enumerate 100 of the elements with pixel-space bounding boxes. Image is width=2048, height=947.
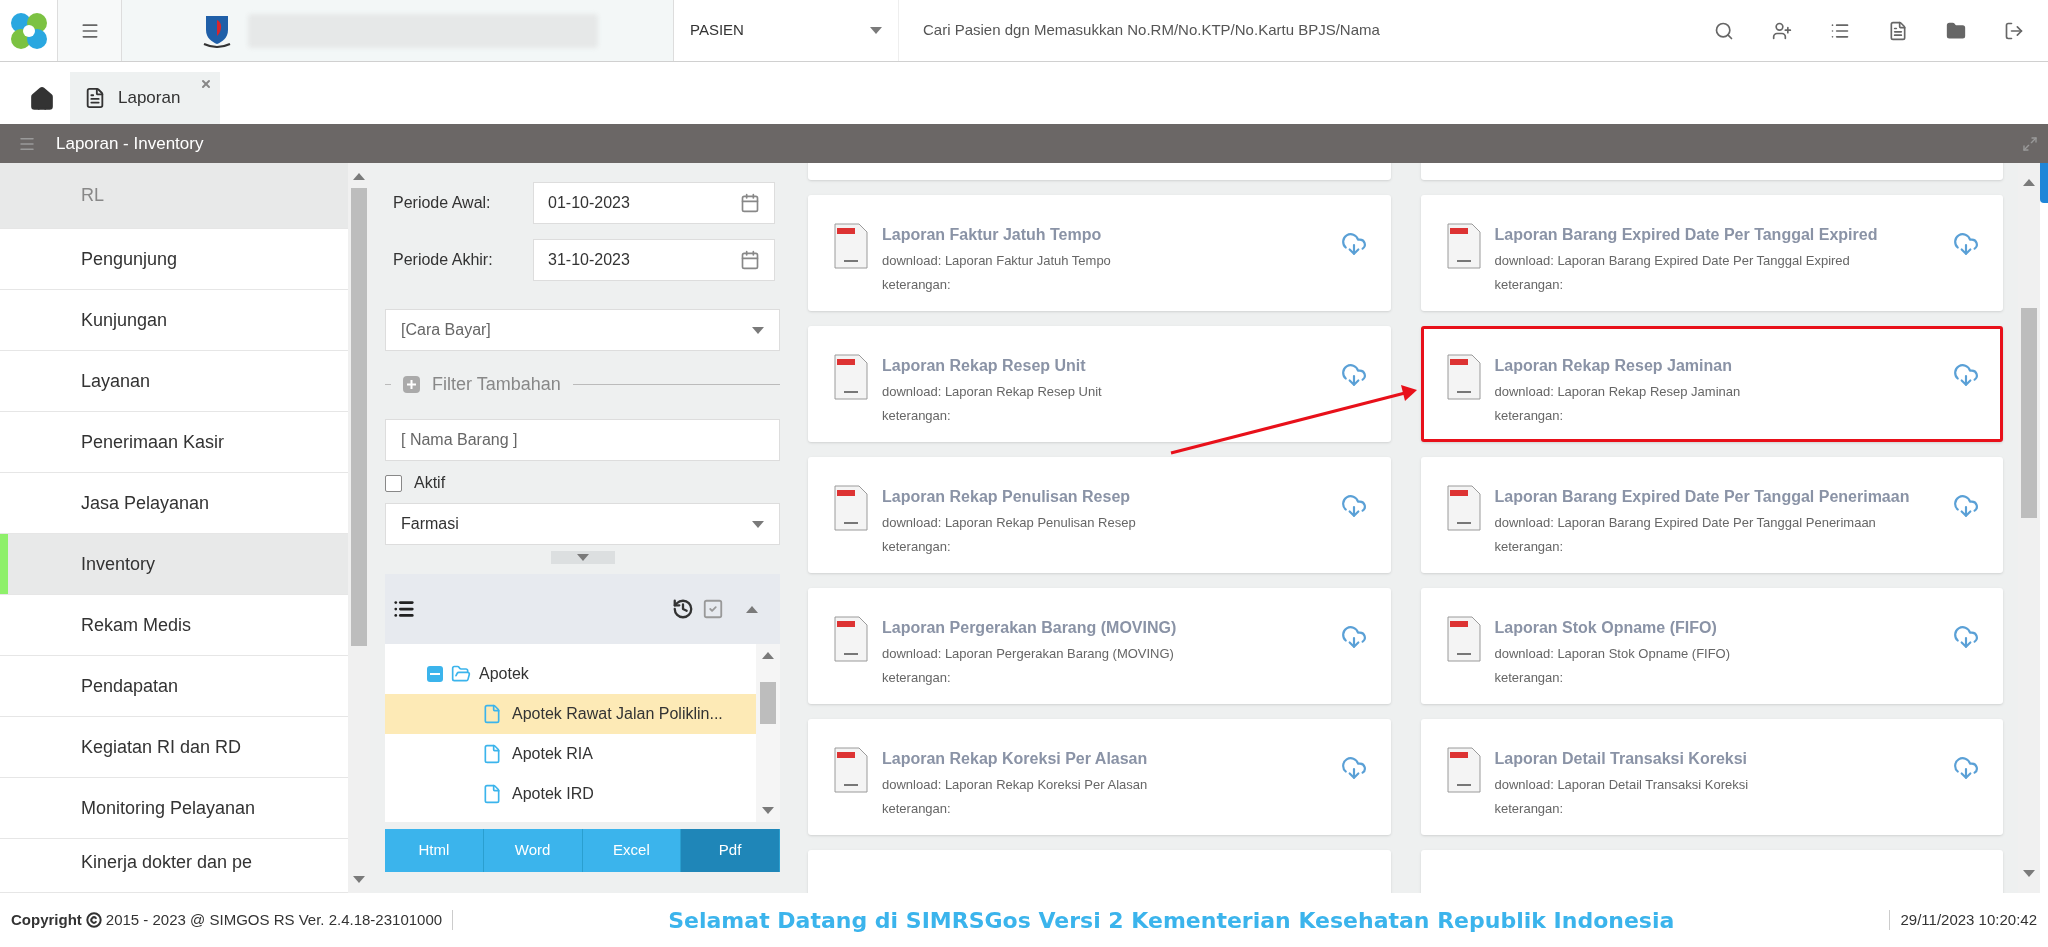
sidebar-item[interactable]: Inventory [0, 534, 348, 595]
patient-search-field[interactable]: Cari Pasien dgn Memasukkan No.RM/No.KTP/No.Kartu BPJS/Nama [899, 0, 1698, 61]
active-checkbox[interactable] [385, 474, 402, 492]
report-title[interactable]: Laporan Detail Transaksi Koreksi [1494, 747, 1939, 771]
depot-dropdown[interactable]: Farmasi [385, 503, 780, 545]
cloud-download-icon[interactable] [1340, 493, 1367, 519]
collapse-handle[interactable] [550, 551, 615, 564]
report-card[interactable]: Laporan Rekap Resep Unit download: Laporan Rekap Resep Unit keterangan: [808, 326, 1391, 442]
search-icon[interactable] [1714, 20, 1734, 41]
report-card[interactable]: Laporan Rekap Resep Jaminan download: Laporan Rekap Resep Jaminan keterangan: [1420, 326, 2003, 442]
report-card[interactable]: Laporan Barang Expired Date Per Tanggal Expired download: Laporan Barang Expired Date Per Tanggal Expired keterangan: [1420, 195, 2003, 311]
scroll-down-icon [353, 876, 365, 883]
scrollbar-thumb[interactable] [351, 188, 367, 646]
cloud-download-icon[interactable] [1953, 231, 1979, 257]
tree-scrollbar[interactable] [756, 644, 780, 822]
report-title[interactable]: Laporan Pergerakan Barang (MOVING) [882, 616, 1327, 640]
report-title[interactable]: Laporan Stok Opname (FIFO) [1494, 616, 1939, 640]
cloud-download-icon[interactable] [1340, 231, 1367, 257]
menu-button[interactable] [58, 0, 122, 61]
cloud-download-icon[interactable] [1953, 493, 1979, 519]
report-download-text: download: Laporan Barang Expired Date Per Tanggal Expired [1494, 252, 1851, 270]
document-icon[interactable] [1888, 20, 1908, 41]
cloud-download-icon[interactable] [1340, 624, 1367, 650]
expand-icon[interactable] [2022, 135, 2038, 152]
cloud-download-icon[interactable] [1953, 362, 1979, 388]
report-card[interactable]: Laporan Pergerakan Barang (MOVING) download: Laporan Pergerakan Barang (MOVING) keterangan: [808, 588, 1391, 704]
report-title[interactable]: Laporan Barang Expired Date Per Tanggal Expired [1494, 223, 1939, 247]
report-note: keterangan: [882, 406, 952, 425]
report-title[interactable]: Laporan Rekap Resep Unit [882, 354, 1327, 378]
welcome-marquee: Selamat Datang di SIMRSGos Versi 2 Kementerian Kesehatan Republik Indonesia [667, 906, 1676, 935]
hospital-logo [202, 13, 232, 48]
sidebar-scrollbar[interactable] [348, 163, 370, 893]
report-document-icon [834, 616, 868, 662]
document-icon [84, 87, 106, 109]
report-document-icon [834, 485, 868, 531]
tree-node[interactable]: Apotek [385, 654, 756, 694]
report-note: keterangan: [1494, 668, 1565, 687]
collapse-caret-icon [746, 605, 758, 613]
history-icon[interactable] [672, 598, 694, 620]
home-icon [29, 86, 55, 112]
dropdown-caret-icon [870, 27, 882, 34]
report-card[interactable]: Laporan Detail Transaksi Koreksi download: Laporan Detail Transaksi Koreksi keterangan: [1420, 719, 2003, 835]
report-document-icon [1446, 485, 1481, 531]
payment-dropdown[interactable]: [Cara Bayar] [385, 309, 780, 351]
format-button[interactable]: Pdf [681, 829, 780, 872]
report-note: keterangan: [882, 275, 952, 294]
content-scrollbar[interactable] [2018, 163, 2040, 893]
check-icon[interactable] [702, 598, 724, 620]
cloud-download-icon[interactable] [1340, 362, 1367, 388]
scroll-down-icon [762, 807, 774, 814]
date-field[interactable]: 31-10-2023 [533, 239, 775, 281]
report-download-text: download: Laporan Faktur Jatuh Tempo [882, 252, 1112, 270]
checkbox-label: Aktif [414, 473, 446, 493]
add-user-icon[interactable] [1772, 20, 1792, 41]
scrollbar-thumb[interactable] [2021, 308, 2037, 518]
collapse-icon[interactable] [427, 666, 443, 682]
logout-icon[interactable] [2004, 20, 2024, 41]
item-name-field[interactable]: [ Nama Barang ] [385, 419, 780, 461]
report-download-text: download: Laporan Barang Expired Date Per Tanggal Penerimaan [1494, 514, 1877, 532]
report-download-text: download: Laporan Pergerakan Barang (MOVING) [882, 645, 1175, 663]
tab[interactable]: Laporan [70, 72, 221, 124]
report-card[interactable]: Laporan Rekap Penulisan Resep download: Laporan Rekap Penulisan Resep keterangan: [808, 457, 1391, 573]
report-note: keterangan: [1494, 799, 1565, 818]
category-dropdown[interactable]: PASIEN [674, 0, 899, 61]
date-field[interactable]: 01-10-2023 [533, 182, 775, 224]
cloud-download-icon[interactable] [1953, 624, 1979, 650]
cloud-download-icon[interactable] [1340, 755, 1367, 781]
report-title[interactable]: Laporan Rekap Resep Jaminan [1494, 354, 1939, 378]
report-document-icon [1446, 223, 1481, 269]
tree-item[interactable]: Apotek IRD [385, 774, 756, 814]
report-title[interactable]: Laporan Rekap Koreksi Per Alasan [882, 747, 1327, 771]
folder-icon[interactable] [1946, 20, 1966, 41]
report-title[interactable]: Laporan Rekap Penulisan Resep [882, 485, 1327, 509]
copyright-icon [85, 912, 102, 928]
tree-item[interactable]: Apotek RIA [385, 734, 756, 774]
dropdown-caret-icon [752, 326, 764, 334]
close-icon[interactable] [200, 78, 213, 90]
report-title[interactable]: Laporan Barang Expired Date Per Tanggal Penerimaan [1494, 485, 1939, 509]
report-download-text: download: Laporan Stok Opname (FIFO) [1494, 645, 1732, 663]
cloud-download-icon[interactable] [1953, 755, 1979, 781]
period-label: Periode Awal: [393, 193, 492, 213]
datetime-text: 29/11/2023 10:20:42 [1900, 909, 2037, 930]
report-title[interactable]: Laporan Faktur Jatuh Tempo [882, 223, 1327, 247]
report-note: keterangan: [1494, 406, 1565, 425]
scroll-down-icon [2023, 870, 2035, 877]
filter-section-label[interactable]: Filter Tambahan [432, 370, 561, 398]
tree-item[interactable]: Apotek Rawat Jalan Poliklin... [385, 694, 756, 734]
period-label: Periode Akhir: [393, 250, 494, 270]
plus-icon[interactable] [403, 375, 420, 393]
report-card[interactable]: Laporan Faktur Jatuh Tempo download: Laporan Faktur Jatuh Tempo keterangan: [808, 195, 1391, 311]
calendar-icon[interactable] [740, 193, 760, 213]
report-card[interactable]: Laporan Stok Opname (FIFO) download: Laporan Stok Opname (FIFO) keterangan: [1420, 588, 2003, 704]
report-download-text: download: Laporan Rekap Koreksi Per Alasan [882, 776, 1149, 794]
calendar-icon[interactable] [740, 250, 760, 270]
report-card[interactable]: Laporan Rekap Koreksi Per Alasan download: Laporan Rekap Koreksi Per Alasan keterangan: [808, 719, 1391, 835]
list-icon[interactable] [393, 598, 415, 620]
report-card[interactable]: Laporan Barang Expired Date Per Tanggal Penerimaan download: Laporan Barang Expired Date Per Tanggal Penerimaan keterangan: [1420, 457, 2003, 573]
file-icon [482, 784, 502, 804]
dropdown-caret-icon [752, 520, 764, 528]
scrollbar-thumb[interactable] [760, 682, 776, 724]
